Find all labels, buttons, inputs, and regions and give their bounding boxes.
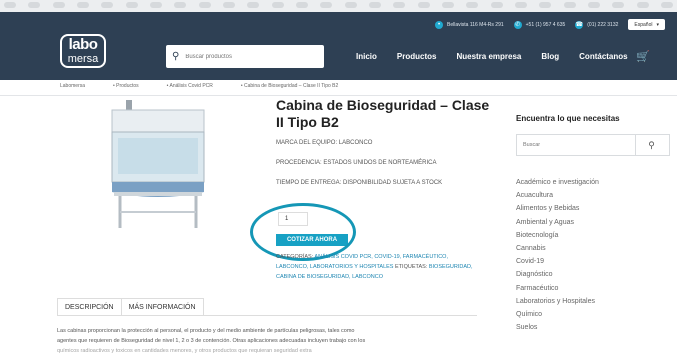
location-pin-icon: • (435, 20, 444, 29)
nav-contactanos[interactable]: Contáctanos (579, 52, 627, 61)
breadcrumb-home[interactable]: Labomersa (60, 83, 85, 89)
sidebar-item-farmaceutico[interactable]: Farmacéutico (516, 282, 599, 295)
sidebar-item-biotecnologia[interactable]: Biotecnología (516, 229, 599, 242)
sidebar-item-ambiental[interactable]: Ambiental y Aguas (516, 216, 599, 229)
sidebar-item-covid[interactable]: Covid-19 (516, 255, 599, 268)
language-select[interactable]: Español ▾ (628, 19, 665, 30)
sidebar-item-alimentos[interactable]: Alimentos y Bebidas (516, 202, 599, 215)
sidebar-item-academico[interactable]: Académico e investigación (516, 176, 599, 189)
search-icon[interactable]: ⚲ (635, 135, 667, 155)
tab-mas-informacion[interactable]: MÁS INFORMACIÓN (120, 298, 204, 316)
sidebar-category-list: Académico e investigación Acuacultura Al… (516, 176, 599, 334)
breadcrumb-current: • Cabina de Bioseguridad – Clase II Tipo… (240, 83, 339, 89)
tab-descripcion[interactable]: DESCRIPCIÓN (57, 298, 122, 316)
product-categories: CATEGORÍAS: ANÁLISIS COVID PCR, COVID-19… (276, 252, 481, 282)
nav-productos[interactable]: Productos (397, 52, 437, 61)
product-image[interactable] (100, 100, 218, 230)
product-description: Las cabinas proporcionan la protección a… (57, 328, 366, 354)
breadcrumb-divider (0, 95, 677, 96)
main-nav: Inicio Productos Nuestra empresa Blog Co… (356, 52, 628, 61)
sidebar-search: ⚲ (516, 134, 670, 156)
whatsapp-icon: ✆ (513, 20, 522, 29)
site-logo[interactable]: labo mersa (60, 34, 106, 68)
sidebar-title: Encuentra lo que necesitas (516, 114, 620, 123)
breadcrumb-productos[interactable]: • Productos (113, 83, 139, 89)
browser-strip (0, 0, 677, 12)
chevron-down-icon: ▾ (656, 21, 659, 28)
breadcrumb: Labomersa • Productos • Análisis Covid P… (60, 80, 338, 92)
tabs-divider (57, 315, 477, 316)
product-origin: PROCEDENCIA: ESTADOS UNIDOS DE NORTEAMÉR… (276, 160, 437, 166)
product-search-input[interactable] (185, 53, 316, 60)
sidebar-item-suelos[interactable]: Suelos (516, 321, 599, 334)
sidebar-item-diagnostico[interactable]: Diagnóstico (516, 268, 599, 281)
nav-inicio[interactable]: Inicio (356, 52, 377, 61)
product-search: ⚲ (166, 45, 324, 68)
product-delivery: TIEMPO DE ENTREGA: DISPONIBILIDAD SUJETA… (276, 180, 443, 186)
cart-icon[interactable]: 🛒 (636, 50, 650, 63)
product-tabs: DESCRIPCIÓN MÁS INFORMACIÓN (57, 298, 204, 316)
sidebar-item-laboratorios[interactable]: Laboratorios y Hospitales (516, 295, 599, 308)
site-header: • Bellavista 116 M4-Rs 291 ✆ +51 (1) 957 4… (0, 12, 677, 80)
nav-nuestra-empresa[interactable]: Nuestra empresa (456, 52, 521, 61)
sidebar-item-acuacultura[interactable]: Acuacultura (516, 189, 599, 202)
tags-label: ETIQUETAS: (395, 264, 428, 270)
phone-icon: ☎ (575, 20, 584, 29)
contact-phone[interactable]: ☎ (01) 222 3132 (575, 20, 618, 29)
product-title: Cabina de Bioseguridad – Clase II Tipo B… (276, 97, 490, 130)
product-brand: MARCA DEL EQUIPO: LABCONCO (276, 140, 373, 146)
search-icon[interactable]: ⚲ (172, 51, 179, 62)
sidebar-item-quimico[interactable]: Químico (516, 308, 599, 321)
sidebar-item-cannabis[interactable]: Cannabis (516, 242, 599, 255)
breadcrumb-analisis-covid[interactable]: • Análisis Covid PCR (167, 83, 213, 89)
contact-address[interactable]: • Bellavista 116 M4-Rs 291 (435, 20, 504, 29)
nav-blog[interactable]: Blog (541, 52, 559, 61)
categories-label: CATEGORÍAS: (276, 254, 314, 260)
sidebar-search-input[interactable] (517, 142, 635, 148)
contact-bar: • Bellavista 116 M4-Rs 291 ✆ +51 (1) 957 4… (435, 19, 665, 30)
contact-whatsapp[interactable]: ✆ +51 (1) 957 4 635 (513, 20, 565, 29)
